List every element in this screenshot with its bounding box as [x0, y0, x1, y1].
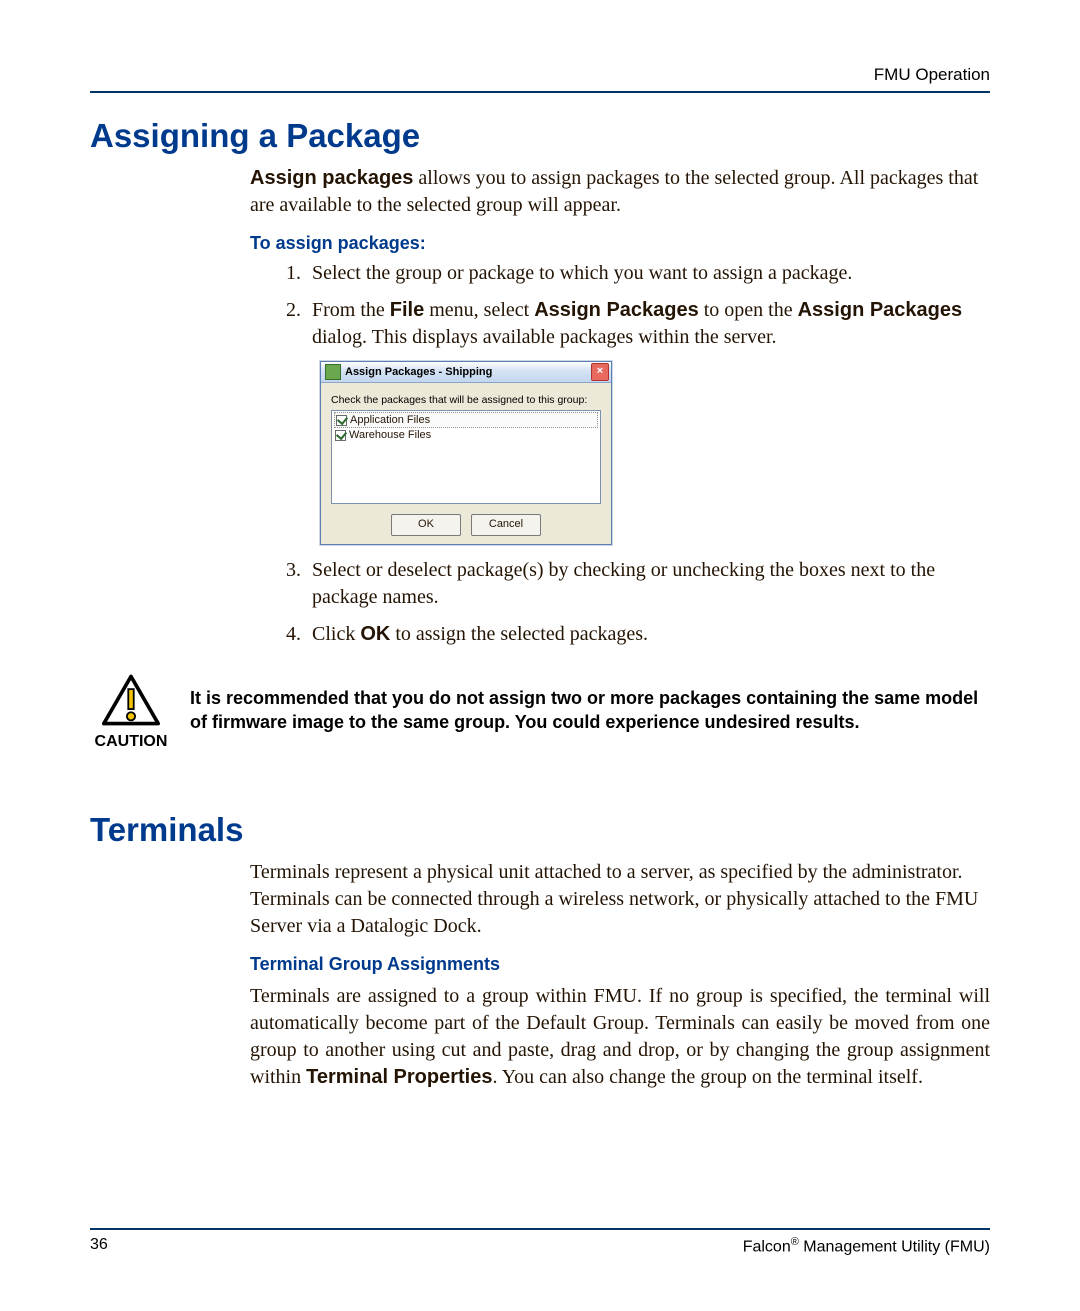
intro-lead: Assign packages — [250, 167, 413, 189]
page-footer: 36 Falcon® Management Utility (FMU) — [90, 1228, 990, 1256]
step2-assign1: Assign Packages — [534, 299, 699, 321]
subhead-terminal-group: Terminal Group Assignments — [250, 954, 990, 975]
registered-icon: ® — [791, 1236, 799, 1248]
step-2: From the File menu, select Assign Packag… — [306, 297, 990, 545]
cancel-button[interactable]: Cancel — [471, 514, 541, 536]
footer-page-number: 36 — [90, 1236, 108, 1256]
list-item[interactable]: Application Files — [334, 412, 598, 428]
step2-part: dialog. This displays available packages… — [312, 326, 777, 348]
intro-paragraph: Assign packages allows you to assign pac… — [250, 165, 990, 219]
step-4: Click OK to assign the selected packages… — [306, 621, 990, 648]
dialog-app-icon — [325, 364, 341, 380]
assign-packages-dialog: Assign Packages - Shipping × Check the p… — [320, 361, 612, 545]
dialog-title: Assign Packages - Shipping — [345, 365, 591, 380]
step-3: Select or deselect package(s) by checkin… — [306, 557, 990, 611]
footer-product-suffix: Management Utility (FMU) — [799, 1238, 990, 1255]
step2-file: File — [390, 299, 424, 321]
step2-part: to open the — [699, 299, 798, 321]
step2-part: From the — [312, 299, 390, 321]
close-icon[interactable]: × — [591, 363, 609, 381]
caution-block: CAUTION It is recommended that you do no… — [90, 670, 990, 751]
step2-part: menu, select — [424, 299, 534, 321]
subhead-to-assign: To assign packages: — [250, 233, 990, 254]
steps-list: Select the group or package to which you… — [250, 260, 990, 648]
footer-product-name: Falcon — [743, 1238, 791, 1255]
footer-product: Falcon® Management Utility (FMU) — [743, 1236, 990, 1256]
terminals-p2: Terminals are assigned to a group within… — [250, 983, 990, 1091]
caution-text: It is recommended that you do not assign… — [190, 686, 990, 735]
step4-part: to assign the selected packages. — [390, 623, 648, 645]
dialog-package-list[interactable]: Application Files Warehouse Files — [331, 410, 601, 504]
list-item[interactable]: Warehouse Files — [334, 428, 598, 442]
checkbox-icon[interactable] — [335, 430, 346, 441]
p2-term-props: Terminal Properties — [306, 1066, 492, 1088]
step2-assign2: Assign Packages — [798, 299, 963, 321]
step4-part: Click — [312, 623, 360, 645]
list-item-label: Application Files — [350, 413, 430, 428]
header-right: FMU Operation — [90, 65, 990, 85]
section-title-terminals: Terminals — [90, 811, 990, 849]
checkbox-icon[interactable] — [336, 415, 347, 426]
ok-button[interactable]: OK — [391, 514, 461, 536]
caution-label: CAUTION — [90, 733, 172, 751]
p2-part: . You can also change the group on the t… — [492, 1066, 922, 1088]
section-title-assigning: Assigning a Package — [90, 117, 990, 155]
dialog-instruction: Check the packages that will be assigned… — [331, 393, 601, 407]
step-1: Select the group or package to which you… — [306, 260, 990, 287]
terminals-p1: Terminals represent a physical unit atta… — [250, 859, 990, 940]
caution-icon — [102, 674, 160, 726]
list-item-label: Warehouse Files — [349, 428, 431, 443]
step4-ok: OK — [360, 623, 390, 645]
dialog-titlebar: Assign Packages - Shipping × — [321, 362, 611, 383]
